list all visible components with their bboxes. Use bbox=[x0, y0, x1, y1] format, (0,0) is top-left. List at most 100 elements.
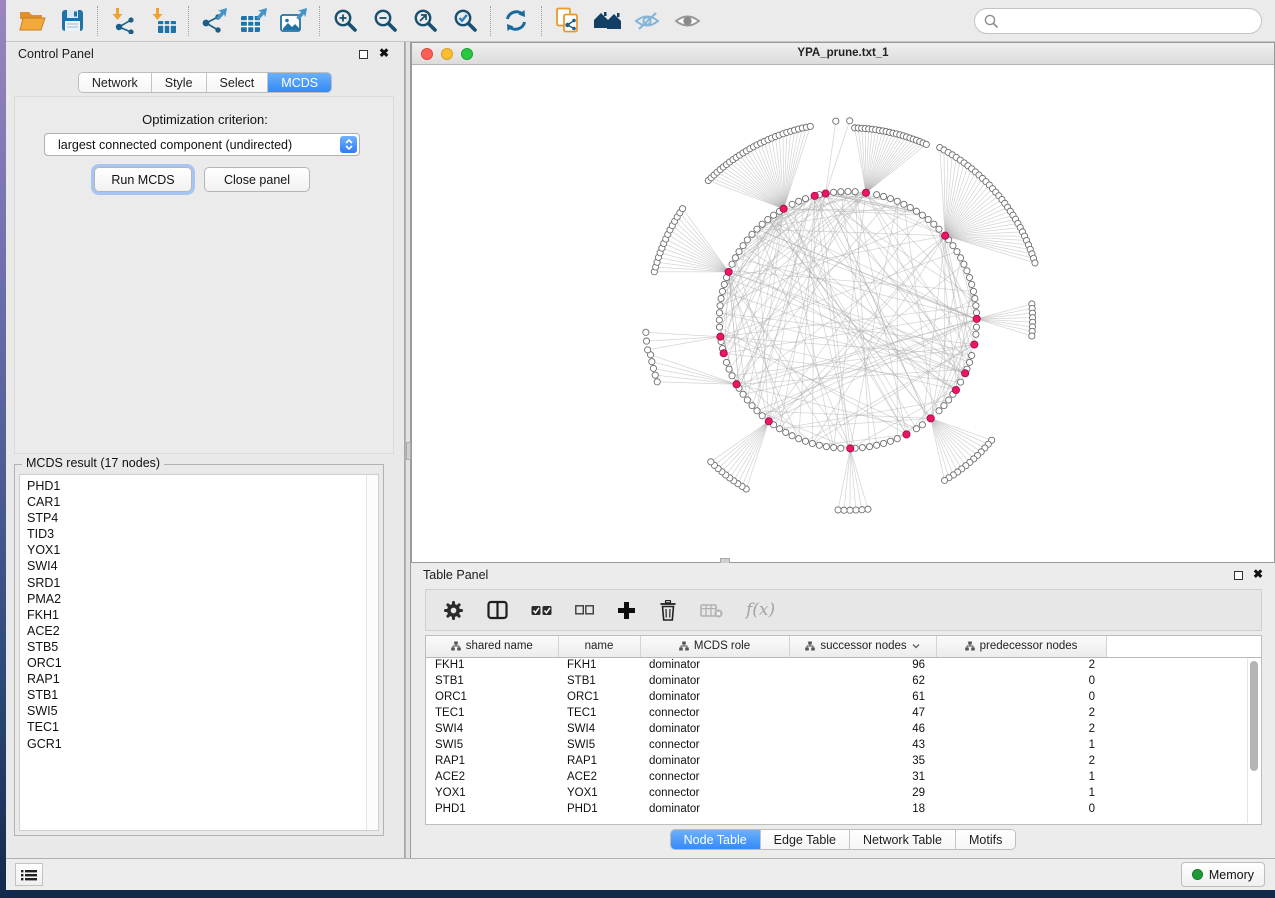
tab-node-table[interactable]: Node Table bbox=[671, 830, 761, 849]
result-list-scrollbar[interactable] bbox=[366, 475, 378, 830]
graph-node[interactable] bbox=[729, 373, 735, 379]
tab-network-table[interactable]: Network Table bbox=[850, 830, 956, 849]
memory-button[interactable]: Memory bbox=[1181, 862, 1265, 887]
graph-node[interactable] bbox=[776, 426, 782, 432]
table-cell[interactable]: SWI4 bbox=[426, 721, 558, 737]
delete-column-button[interactable] bbox=[659, 600, 677, 621]
graph-leaf-node[interactable] bbox=[841, 507, 847, 513]
mcds-result-item[interactable]: SRD1 bbox=[27, 575, 378, 591]
graph-node[interactable] bbox=[721, 281, 727, 287]
table-cell[interactable]: 1 bbox=[936, 769, 1106, 785]
table-cell[interactable]: RAP1 bbox=[426, 753, 558, 769]
graph-node[interactable] bbox=[964, 268, 970, 274]
graph-node[interactable] bbox=[749, 231, 755, 237]
graph-node[interactable] bbox=[941, 403, 947, 409]
mcds-result-item[interactable]: TEC1 bbox=[27, 719, 378, 735]
first-neighbors-button[interactable] bbox=[587, 3, 627, 39]
graph-edge[interactable] bbox=[826, 121, 850, 194]
column-header-mcds-role[interactable]: MCDS role bbox=[640, 636, 789, 657]
table-cell[interactable]: 31 bbox=[789, 769, 936, 785]
graph-leaf-node[interactable] bbox=[865, 506, 871, 512]
save-button[interactable] bbox=[52, 3, 92, 39]
table-cell[interactable]: dominator bbox=[640, 689, 789, 705]
table-cell[interactable]: FKH1 bbox=[558, 657, 640, 673]
graph-node[interactable] bbox=[901, 201, 907, 207]
table-row[interactable]: PHD1PHD1dominator180 bbox=[426, 801, 1261, 817]
graph-leaf-node[interactable] bbox=[643, 338, 649, 344]
network-graph[interactable] bbox=[412, 65, 1274, 562]
graph-hub-node[interactable] bbox=[952, 386, 959, 393]
graph-node[interactable] bbox=[969, 281, 975, 287]
table-cell[interactable]: 0 bbox=[936, 801, 1106, 817]
graph-node[interactable] bbox=[789, 433, 795, 439]
close-panel-button[interactable]: Close panel bbox=[204, 167, 310, 192]
table-cell[interactable]: dominator bbox=[640, 721, 789, 737]
graph-node[interactable] bbox=[744, 397, 750, 403]
table-scrollbar-thumb[interactable] bbox=[1250, 661, 1258, 771]
graph-leaf-node[interactable] bbox=[853, 507, 859, 513]
graph-hub-node[interactable] bbox=[903, 431, 910, 438]
mcds-result-item[interactable]: ORC1 bbox=[27, 655, 378, 671]
graph-node[interactable] bbox=[946, 397, 952, 403]
graph-edge[interactable] bbox=[677, 217, 728, 272]
graph-leaf-node[interactable] bbox=[650, 365, 656, 371]
table-cell[interactable]: 2 bbox=[936, 753, 1106, 769]
graph-edge[interactable] bbox=[838, 448, 850, 509]
table-cell[interactable]: PHD1 bbox=[426, 801, 558, 817]
graph-node[interactable] bbox=[881, 193, 887, 199]
graph-leaf-node[interactable] bbox=[643, 329, 649, 335]
show-all-button[interactable] bbox=[667, 3, 707, 39]
optimization-select[interactable]: largest connected component (undirected) bbox=[44, 133, 360, 156]
graph-edge[interactable] bbox=[945, 236, 1028, 245]
graph-node[interactable] bbox=[716, 324, 722, 330]
graph-hub-node[interactable] bbox=[733, 381, 740, 388]
export-image-button[interactable] bbox=[274, 3, 314, 39]
graph-node[interactable] bbox=[796, 436, 802, 442]
graph-node[interactable] bbox=[770, 212, 776, 218]
graph-node[interactable] bbox=[966, 274, 972, 280]
graph-node[interactable] bbox=[744, 237, 750, 243]
mcds-result-item[interactable]: PHD1 bbox=[27, 478, 378, 494]
graph-leaf-node[interactable] bbox=[941, 477, 947, 483]
graph-node[interactable] bbox=[973, 303, 979, 309]
mcds-result-item[interactable]: STP4 bbox=[27, 510, 378, 526]
graph-node[interactable] bbox=[816, 442, 822, 448]
graph-edge[interactable] bbox=[652, 362, 737, 385]
tab-style[interactable]: Style bbox=[152, 73, 207, 92]
table-cell[interactable]: 1 bbox=[936, 785, 1106, 801]
table-cell[interactable]: dominator bbox=[640, 657, 789, 673]
graph-node[interactable] bbox=[783, 429, 789, 435]
table-cell[interactable]: 46 bbox=[789, 721, 936, 737]
float-panel-icon[interactable] bbox=[359, 50, 368, 59]
table-cell[interactable]: RAP1 bbox=[558, 753, 640, 769]
graph-edge[interactable] bbox=[739, 252, 956, 390]
graph-node[interactable] bbox=[740, 391, 746, 397]
table-cell[interactable]: SWI5 bbox=[426, 737, 558, 753]
graph-edge[interactable] bbox=[734, 421, 769, 481]
graph-node[interactable] bbox=[958, 255, 964, 261]
graph-node[interactable] bbox=[732, 255, 738, 261]
graph-edge[interactable] bbox=[646, 332, 721, 336]
table-row[interactable]: RAP1RAP1dominator352 bbox=[426, 753, 1261, 769]
graph-node[interactable] bbox=[852, 189, 858, 195]
graph-node[interactable] bbox=[950, 243, 956, 249]
column-header-predecessor-nodes[interactable]: predecessor nodes bbox=[936, 636, 1106, 657]
graph-edge[interactable] bbox=[855, 128, 866, 193]
graph-edge[interactable] bbox=[729, 272, 970, 363]
table-cell[interactable]: SWI5 bbox=[558, 737, 640, 753]
table-cell[interactable]: 2 bbox=[936, 705, 1106, 721]
graph-hub-node[interactable] bbox=[720, 350, 727, 357]
graph-edge[interactable] bbox=[850, 448, 862, 509]
tab-select[interactable]: Select bbox=[207, 73, 269, 92]
graph-node[interactable] bbox=[913, 208, 919, 214]
graph-leaf-node[interactable] bbox=[652, 372, 658, 378]
hide-selected-button[interactable] bbox=[627, 3, 667, 39]
table-cell[interactable]: YOX1 bbox=[558, 785, 640, 801]
table-row[interactable]: ORC1ORC1dominator610 bbox=[426, 689, 1261, 705]
table-cell[interactable]: 96 bbox=[789, 657, 936, 673]
table-cell[interactable]: ORC1 bbox=[426, 689, 558, 705]
mcds-result-item[interactable]: SWI4 bbox=[27, 558, 378, 574]
graph-node[interactable] bbox=[973, 331, 979, 337]
graph-edge[interactable] bbox=[826, 121, 836, 193]
mcds-result-item[interactable]: STB5 bbox=[27, 639, 378, 655]
